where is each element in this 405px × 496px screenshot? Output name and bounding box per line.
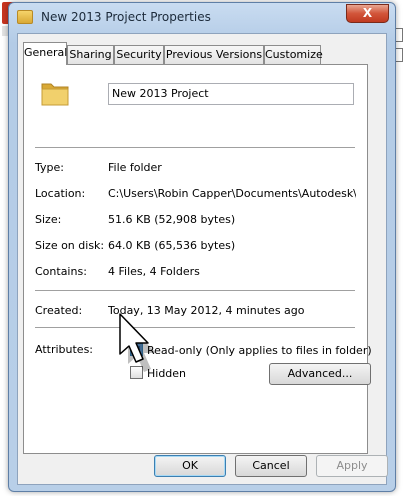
dialog-client-area: General Sharing Security Previous Versio… xyxy=(17,33,388,485)
mouse-pointer-icon xyxy=(119,313,156,372)
tab-customize[interactable]: Customize xyxy=(264,45,323,64)
tab-general[interactable]: General xyxy=(23,42,67,65)
folder-icon xyxy=(41,83,69,106)
contains-value: 4 Files, 4 Folders xyxy=(108,265,200,278)
title-bar[interactable]: New 2013 Project Properties X xyxy=(9,3,395,31)
advanced-button[interactable]: Advanced... xyxy=(269,363,371,385)
window-title: New 2013 Project Properties xyxy=(41,10,211,24)
type-label: Type: xyxy=(35,161,64,174)
location-label: Location: xyxy=(35,187,86,200)
contains-label: Contains: xyxy=(35,265,87,278)
size-value: 51.6 KB (52,908 bytes) xyxy=(108,213,236,226)
apply-button[interactable]: Apply xyxy=(316,455,388,477)
size-label: Size: xyxy=(35,213,62,226)
readonly-label: Read-only (Only applies to files in fold… xyxy=(147,344,372,357)
cancel-button[interactable]: Cancel xyxy=(235,455,307,477)
size-on-disk-label: Size on disk: xyxy=(35,239,105,252)
tab-previous-versions[interactable]: Previous Versions xyxy=(164,45,264,64)
folder-name-input[interactable]: New 2013 Project xyxy=(108,83,354,105)
ok-button[interactable]: OK xyxy=(154,455,226,477)
size-on-disk-value: 64.0 KB (65,536 bytes) xyxy=(108,239,236,252)
general-tab-panel: New 2013 Project Type: File folder Locat… xyxy=(23,64,372,454)
tab-sharing[interactable]: Sharing xyxy=(67,45,114,64)
attributes-label: Attributes: xyxy=(35,343,94,356)
location-value: C:\Users\Robin Capper\Documents\Autodesk… xyxy=(108,187,356,200)
tab-security[interactable]: Security xyxy=(114,45,164,64)
type-value: File folder xyxy=(108,161,162,174)
folder-icon xyxy=(17,10,33,24)
separator xyxy=(35,147,355,148)
close-button[interactable]: X xyxy=(346,4,389,23)
properties-dialog: New 2013 Project Properties X General Sh… xyxy=(8,2,396,492)
separator xyxy=(35,327,355,328)
separator xyxy=(35,290,355,291)
created-label: Created: xyxy=(35,304,83,317)
